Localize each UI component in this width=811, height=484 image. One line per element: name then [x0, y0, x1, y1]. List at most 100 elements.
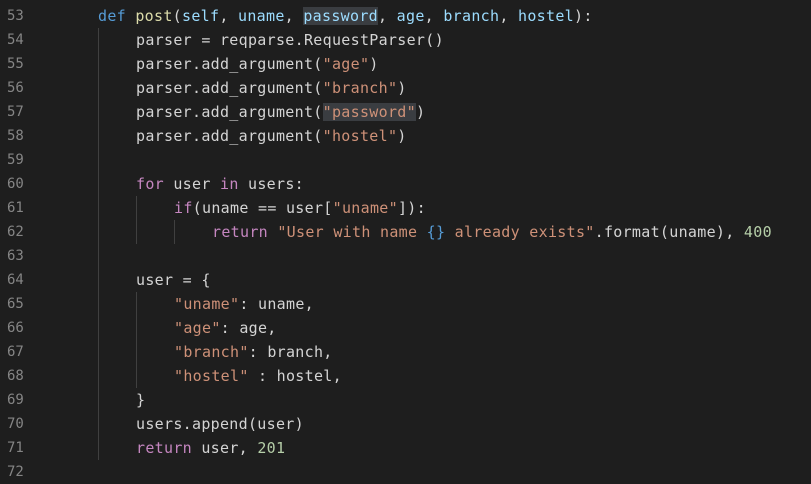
code-token: "hostel" [174, 367, 249, 385]
code-editor[interactable]: 53 def post(self, uname, password, age, b… [0, 0, 811, 480]
line-code[interactable]: parser = reqparse.RequestParser() [136, 28, 444, 52]
code-line[interactable]: 63 [0, 244, 811, 268]
code-token: for [136, 175, 164, 193]
code-token: ) [369, 55, 379, 73]
code-line[interactable]: 59 [0, 148, 811, 172]
code-token: , [378, 7, 397, 25]
line-code[interactable]: if(uname == user["uname"]): [174, 196, 426, 220]
code-line[interactable]: 71 return user, 201 [0, 436, 811, 460]
line-code[interactable]: "age": age, [174, 316, 277, 340]
code-line[interactable]: 54 parser = reqparse.RequestParser() [0, 28, 811, 52]
indent-guide [98, 244, 99, 268]
line-number: 66 [7, 320, 24, 336]
line-number: 53 [7, 8, 24, 24]
code-line[interactable]: 60 for user in users: [0, 172, 811, 196]
code-line[interactable]: 56 parser.add_argument("branch") [0, 76, 811, 100]
line-code[interactable]: parser.add_argument("hostel") [136, 124, 407, 148]
code-token: "password" [322, 103, 416, 121]
code-token: ]): [397, 199, 426, 217]
line-number: 62 [7, 224, 24, 240]
code-line[interactable]: 62 return "User with name {} already exis… [0, 220, 811, 244]
code-token: "branch" [174, 343, 249, 361]
line-code[interactable]: "hostel" : hostel, [174, 364, 342, 388]
code-token: post [135, 7, 173, 25]
code-line[interactable]: 53 def post(self, uname, password, age, b… [0, 4, 811, 28]
code-token: ( [172, 7, 183, 25]
indent-guide [98, 76, 99, 100]
line-code[interactable]: return user, 201 [136, 436, 285, 460]
code-line[interactable]: 66 "age": age, [0, 316, 811, 340]
code-token: } [136, 391, 146, 409]
indent-guide [98, 292, 99, 316]
code-line[interactable]: 70 users.append(user) [0, 412, 811, 436]
line-number: 69 [7, 392, 24, 408]
indent-guide [136, 316, 137, 340]
line-number: 71 [7, 440, 24, 456]
code-token: user [164, 175, 220, 193]
line-code[interactable]: parser.add_argument("branch") [136, 76, 407, 100]
code-token: .format(uname), [594, 223, 744, 241]
line-code[interactable]: "branch": branch, [174, 340, 333, 364]
code-token: "uname" [332, 199, 398, 217]
line-number: 56 [7, 80, 24, 96]
indent-guide [98, 268, 99, 292]
code-token: parser.add_argument( [136, 55, 323, 73]
code-token: ): [574, 7, 593, 25]
line-number: 64 [7, 272, 24, 288]
indent-guide [98, 52, 99, 76]
indent-guide [174, 220, 175, 244]
line-code[interactable]: parser.add_argument("password") [136, 100, 425, 124]
indent-guide [98, 124, 99, 148]
code-token: branch [443, 7, 500, 25]
line-code[interactable]: for user in users: [136, 172, 304, 196]
indent-guide [98, 28, 99, 52]
code-token: users.append(user) [136, 415, 304, 433]
line-code[interactable]: parser.add_argument("age") [136, 52, 379, 76]
code-line[interactable]: 61 if(uname == user["uname"]): [0, 196, 811, 220]
code-line[interactable]: 68 "hostel" : hostel, [0, 364, 811, 388]
line-number: 55 [7, 56, 24, 72]
code-token: age [396, 7, 425, 25]
line-code[interactable]: "uname": uname, [174, 292, 314, 316]
code-token: {} [426, 223, 446, 241]
code-token: ) [397, 79, 407, 97]
code-token: , [499, 7, 519, 25]
code-token: users: [238, 175, 304, 193]
line-code[interactable]: users.append(user) [136, 412, 304, 436]
code-token: "hostel" [322, 127, 398, 145]
code-token: parser.add_argument( [136, 79, 323, 97]
code-token: (uname == user[ [192, 199, 333, 217]
line-number: 68 [7, 368, 24, 384]
code-token: , [424, 7, 444, 25]
code-line[interactable]: 72 [0, 460, 811, 484]
code-token: "age" [322, 55, 370, 73]
code-token: "age" [174, 319, 221, 337]
line-code[interactable]: user = { [136, 268, 211, 292]
code-token: password [303, 7, 378, 25]
code-line[interactable]: 55 parser.add_argument("age") [0, 52, 811, 76]
indent-guide [136, 220, 137, 244]
code-line[interactable]: 69} [0, 388, 811, 412]
code-token: "branch" [322, 79, 398, 97]
indent-guide [98, 196, 99, 220]
code-line[interactable]: 58 parser.add_argument("hostel") [0, 124, 811, 148]
indent-guide [98, 316, 99, 340]
code-line[interactable]: 65 "uname": uname, [0, 292, 811, 316]
code-line[interactable]: 64 user = { [0, 268, 811, 292]
indent-guide [98, 172, 99, 196]
line-code[interactable]: } [136, 388, 145, 412]
indent-guide [98, 436, 99, 460]
code-token: already exists" [445, 223, 595, 241]
code-token: self [182, 7, 220, 25]
code-token: hostel [518, 7, 575, 25]
line-number: 65 [7, 296, 24, 312]
indent-guide [98, 340, 99, 364]
code-token: : age, [220, 319, 277, 337]
code-line[interactable]: 67 "branch": branch, [0, 340, 811, 364]
line-code[interactable]: def post(self, uname, password, age, bra… [98, 4, 593, 28]
line-number: 54 [7, 32, 24, 48]
line-code[interactable]: return "User with name {} already exists… [212, 220, 772, 244]
code-line[interactable]: 57 parser.add_argument("password") [0, 100, 811, 124]
code-token: parser = reqparse.RequestParser() [136, 31, 444, 49]
